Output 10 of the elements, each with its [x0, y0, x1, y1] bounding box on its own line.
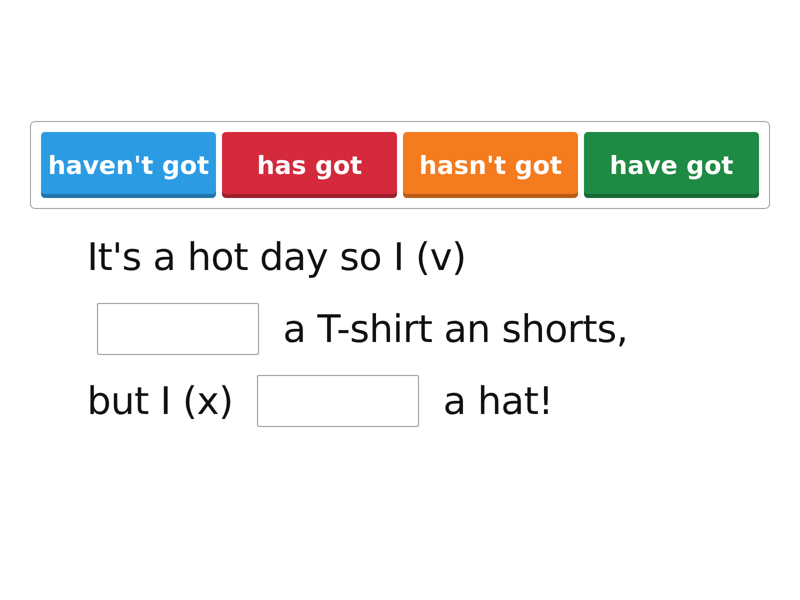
sentence-text: a T-shirt an shorts,	[283, 307, 628, 351]
sentence-text: It's a hot day so I (v)	[87, 235, 466, 279]
sentence-text: but I (x)	[87, 379, 234, 423]
answer-drop-box[interactable]	[257, 375, 420, 427]
answer-tile[interactable]: has got	[222, 132, 397, 198]
answer-drop-box[interactable]	[97, 303, 259, 355]
answer-tile[interactable]: hasn't got	[403, 132, 578, 198]
sentence-text: a hat!	[443, 379, 553, 423]
answer-tile[interactable]: have got	[584, 132, 759, 198]
answer-tile[interactable]: haven't got	[41, 132, 216, 198]
